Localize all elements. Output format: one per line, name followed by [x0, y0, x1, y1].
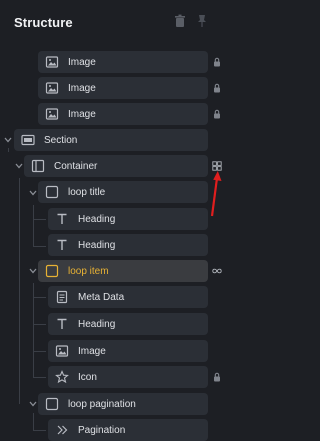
tree-guide: [33, 351, 46, 352]
tree-guide: [33, 246, 46, 247]
tree-item-label: Pagination: [78, 424, 126, 436]
tree-item-heading[interactable]: Heading: [48, 313, 208, 335]
tree-item-meta-data[interactable]: Meta Data: [48, 286, 208, 308]
lock-icon[interactable]: [212, 109, 222, 119]
block-icon: [45, 397, 59, 411]
lock-icon[interactable]: [212, 372, 222, 382]
section-icon: [21, 134, 35, 146]
tree-guide: [33, 430, 46, 431]
tree-guide: [33, 324, 46, 325]
container-icon: [31, 159, 45, 173]
image-icon: [45, 108, 59, 120]
image-icon: [45, 56, 59, 68]
infinity-icon[interactable]: [212, 266, 222, 276]
chevron-down-icon[interactable]: [29, 401, 37, 407]
tree-item-container[interactable]: Container: [24, 155, 208, 177]
tree-item-label: Container: [54, 160, 98, 172]
image-icon: [55, 345, 69, 357]
text-icon: [57, 318, 67, 329]
chevron-down-icon[interactable]: [29, 268, 37, 274]
tree-item-label: Icon: [78, 371, 97, 383]
tree-guide: [33, 219, 46, 220]
star-icon: [55, 370, 69, 384]
lock-icon[interactable]: [212, 83, 222, 93]
tree-item-image[interactable]: Image: [38, 77, 208, 99]
tree-item-label: Heading: [78, 213, 116, 225]
chevron-down-icon[interactable]: [15, 163, 23, 169]
tree-item-loop-pagination[interactable]: loop pagination: [38, 393, 208, 415]
tree-item-icon[interactable]: Icon: [48, 366, 208, 388]
text-icon: [57, 239, 67, 250]
tree-item-image[interactable]: Image: [48, 340, 208, 362]
tree-guide: [8, 148, 9, 152]
tree-item-label: Section: [44, 134, 78, 146]
block-icon: [45, 185, 59, 199]
tree-item-image[interactable]: Image: [38, 103, 208, 125]
tree-item-section[interactable]: Section: [14, 129, 208, 151]
tree-guide: [33, 377, 46, 378]
tree-item-label: loop item: [68, 265, 109, 277]
image-icon: [45, 82, 59, 94]
annotation-arrow: [210, 171, 222, 217]
tree-guide: [33, 297, 46, 298]
block-icon: [45, 264, 59, 278]
structure-panel: Structure Image Image Image Section Cont…: [0, 0, 226, 441]
tree-item-label: Image: [68, 82, 96, 94]
lock-icon[interactable]: [212, 57, 222, 67]
tree-item-heading[interactable]: Heading: [48, 234, 208, 256]
chevron-down-icon[interactable]: [4, 137, 12, 143]
meta-icon: [56, 290, 68, 304]
text-icon: [57, 213, 67, 224]
tree-item-label: Heading: [78, 318, 116, 330]
pagination-icon: [57, 425, 68, 435]
tree-item-pagination[interactable]: Pagination: [48, 419, 208, 441]
tree-item-loop-title[interactable]: loop title: [38, 181, 208, 203]
tree-item-image[interactable]: Image: [38, 51, 208, 73]
chevron-down-icon[interactable]: [29, 190, 37, 196]
tree-item-label: Meta Data: [78, 291, 125, 303]
tree-item-label: loop title: [68, 186, 106, 198]
tree-item-label: Image: [68, 56, 96, 68]
tree-item-label: Image: [68, 108, 96, 120]
tree-item-heading[interactable]: Heading: [48, 208, 208, 230]
tree-guide: [33, 413, 34, 430]
tree-guide: [19, 178, 20, 404]
tree-item-label: loop pagination: [68, 398, 136, 410]
tree-item-label: Image: [78, 345, 106, 357]
tree-item-loop-item[interactable]: loop item: [38, 260, 208, 282]
tree-guide: [33, 205, 34, 247]
structure-tree: Image Image Image Section Container loop…: [0, 0, 226, 441]
tree-item-label: Heading: [78, 239, 116, 251]
